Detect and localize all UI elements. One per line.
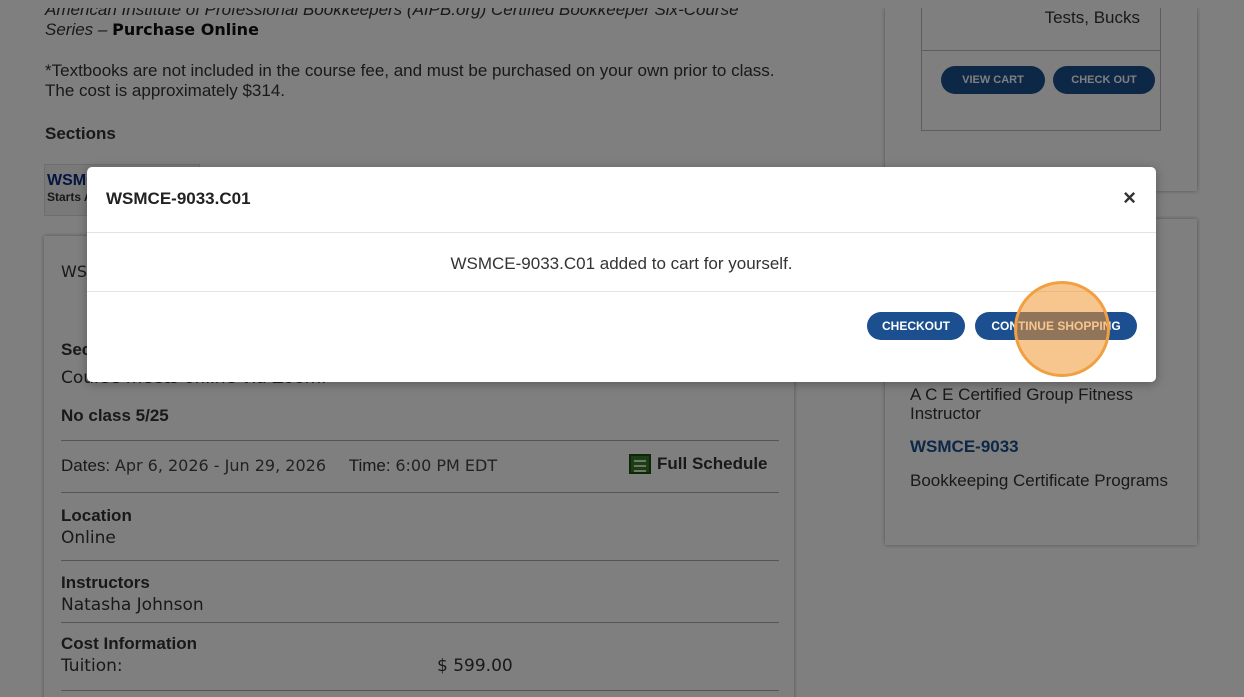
checkout-button[interactable]: CHECKOUT: [867, 312, 965, 340]
added-to-cart-dialog: WSMCE-9033.C01 × WSMCE-9033.C01 added to…: [87, 167, 1156, 382]
divider: [87, 232, 1156, 233]
divider: [87, 291, 1156, 292]
dialog-message: WSMCE-9033.C01 added to cart for yoursel…: [450, 254, 793, 273]
dialog-title: WSMCE-9033.C01: [106, 189, 251, 208]
close-icon[interactable]: ×: [1123, 185, 1136, 211]
click-indicator: [1014, 281, 1110, 377]
